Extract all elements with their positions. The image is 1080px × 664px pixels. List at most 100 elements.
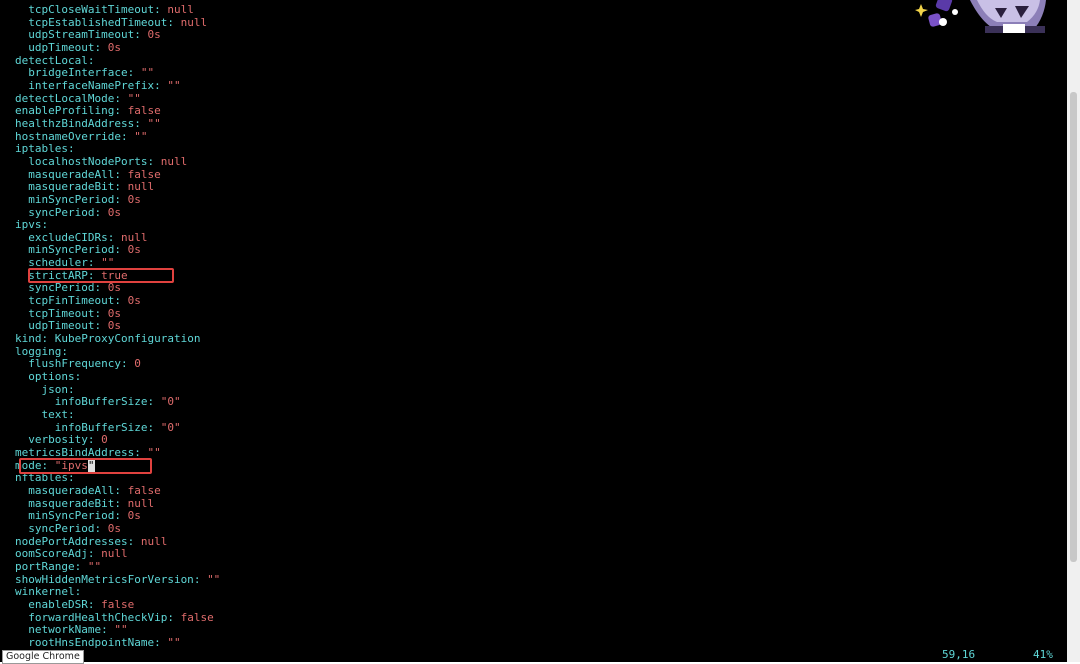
- yaml-key: tcpCloseWaitTimeout: [28, 3, 155, 16]
- yaml-value: 0s: [127, 243, 141, 257]
- yaml-key: minSyncPeriod: [28, 192, 115, 206]
- yaml-key: udpStreamTimeout: [28, 28, 135, 42]
- yaml-value: false: [180, 610, 214, 624]
- yaml-indent: [15, 433, 28, 446]
- yaml-indent: [15, 421, 55, 434]
- yaml-key: kind: [15, 332, 42, 346]
- yaml-indent: [15, 206, 28, 219]
- yaml-key: rootHnsEndpointName: [28, 635, 155, 649]
- yaml-indent: [15, 408, 42, 421]
- yaml-key: udpTimeout: [28, 40, 95, 54]
- yaml-key: text: [41, 408, 69, 421]
- yaml-value: "": [207, 572, 221, 586]
- yaml-key: excludeCIDRs: [28, 230, 108, 244]
- yaml-indent: [15, 357, 28, 370]
- yaml-key: hostnameOverride: [15, 129, 121, 143]
- scrollbar-thumb[interactable]: [1070, 92, 1077, 562]
- yaml-key: bridgeInterface: [28, 66, 128, 80]
- yaml-key: flushFrequency: [28, 357, 121, 371]
- yaml-key: tcpFinTimeout: [28, 294, 115, 308]
- yaml-value: null: [180, 15, 208, 29]
- yaml-indent: [15, 243, 28, 256]
- yaml-key: networkName: [28, 623, 102, 637]
- yaml-value: "": [87, 559, 102, 573]
- yaml-indent: [15, 155, 28, 168]
- yaml-value: "": [167, 635, 181, 649]
- yaml-value: null: [160, 154, 188, 168]
- yaml-value: 0: [101, 433, 108, 447]
- yaml-indent: [15, 281, 28, 294]
- yaml-indent: [15, 598, 28, 611]
- yaml-value: 0s: [107, 319, 121, 333]
- yaml-value: 0s: [107, 521, 121, 535]
- yaml-indent: [15, 231, 28, 244]
- yaml-key: ipvs: [15, 218, 42, 232]
- status-scroll-percent: 41%: [1033, 648, 1053, 661]
- yaml-value: "": [127, 91, 141, 105]
- yaml-indent: [15, 256, 28, 269]
- yaml-key: minSyncPeriod: [28, 509, 115, 523]
- yaml-indent: [15, 79, 28, 92]
- yaml-value: false: [127, 483, 161, 497]
- yaml-value: "": [114, 623, 128, 637]
- status-cursor-position: 59,16: [942, 648, 976, 661]
- anime-sticker-decoration: [915, 0, 1052, 33]
- yaml-key: oomScoreAdj: [15, 547, 88, 561]
- yaml-value: "": [167, 78, 181, 92]
- yaml-value: "": [134, 129, 148, 143]
- yaml-indent: [15, 193, 28, 206]
- yaml-value: 0s: [127, 192, 141, 206]
- terminal-window[interactable]: tcpCloseWaitTimeout: null tcpEstablished…: [0, 0, 1067, 662]
- yaml-value: 0s: [107, 205, 121, 219]
- yaml-value: 0s: [147, 28, 161, 42]
- yaml-indent: [15, 269, 28, 282]
- yaml-value: 0s: [127, 294, 141, 308]
- yaml-indent: [15, 16, 28, 29]
- yaml-indent: [15, 395, 55, 408]
- yaml-value: "": [101, 256, 115, 270]
- yaml-key: syncPeriod: [28, 521, 95, 535]
- yaml-value: null: [127, 180, 155, 194]
- yaml-value: "": [147, 445, 161, 459]
- yaml-key: syncPeriod: [28, 281, 95, 295]
- yaml-value: 0s: [107, 40, 121, 54]
- yaml-value: 0s: [127, 509, 141, 523]
- yaml-value: "0": [160, 420, 181, 434]
- yaml-indent: [15, 41, 28, 54]
- yaml-value: KubeProxyConfiguration: [54, 332, 201, 346]
- yaml-key: enableDSR: [28, 597, 88, 611]
- yaml-indent: [15, 307, 28, 320]
- yaml-indent: [15, 180, 28, 193]
- yaml-indent: [15, 383, 42, 396]
- yaml-value: 0s: [107, 281, 121, 295]
- yaml-indent: [15, 484, 28, 497]
- yaml-indent: [15, 636, 28, 649]
- yaml-value: null: [120, 230, 148, 244]
- yaml-key: udpTimeout: [28, 319, 95, 333]
- yaml-key: masqueradeBit: [28, 496, 115, 510]
- yaml-key: localhostNodePorts: [28, 154, 148, 168]
- yaml-key: verbosity: [28, 433, 88, 447]
- yaml-key: masqueradeAll: [28, 483, 115, 497]
- yaml-value: null: [140, 534, 168, 548]
- yaml-key: detectLocalMode: [15, 91, 115, 105]
- yaml-value: false: [101, 597, 135, 611]
- yaml-value: "0": [160, 395, 181, 409]
- yaml-indent: [15, 319, 28, 332]
- yaml-key: showHiddenMetricsForVersion: [15, 572, 194, 586]
- yaml-value: 0s: [107, 306, 121, 320]
- window-scrollbar[interactable]: [1067, 0, 1080, 662]
- yaml-indent: [15, 509, 28, 522]
- yaml-key: mode: [15, 458, 42, 472]
- yaml-indent: [15, 611, 28, 624]
- yaml-value: false: [127, 104, 161, 118]
- yaml-key: json: [41, 382, 69, 396]
- yaml-key: minSyncPeriod: [28, 243, 115, 257]
- yaml-editor[interactable]: tcpCloseWaitTimeout: null tcpEstablished…: [15, 3, 221, 650]
- yaml-key: tcpEstablishedTimeout: [28, 15, 168, 29]
- yaml-value: "": [147, 116, 161, 130]
- yaml-key: forwardHealthCheckVip: [28, 610, 168, 624]
- yaml-key: masqueradeBit: [28, 180, 115, 194]
- yaml-key: masqueradeAll: [28, 167, 115, 181]
- yaml-line-roothnsendpointname[interactable]: rootHnsEndpointName: "": [15, 635, 220, 650]
